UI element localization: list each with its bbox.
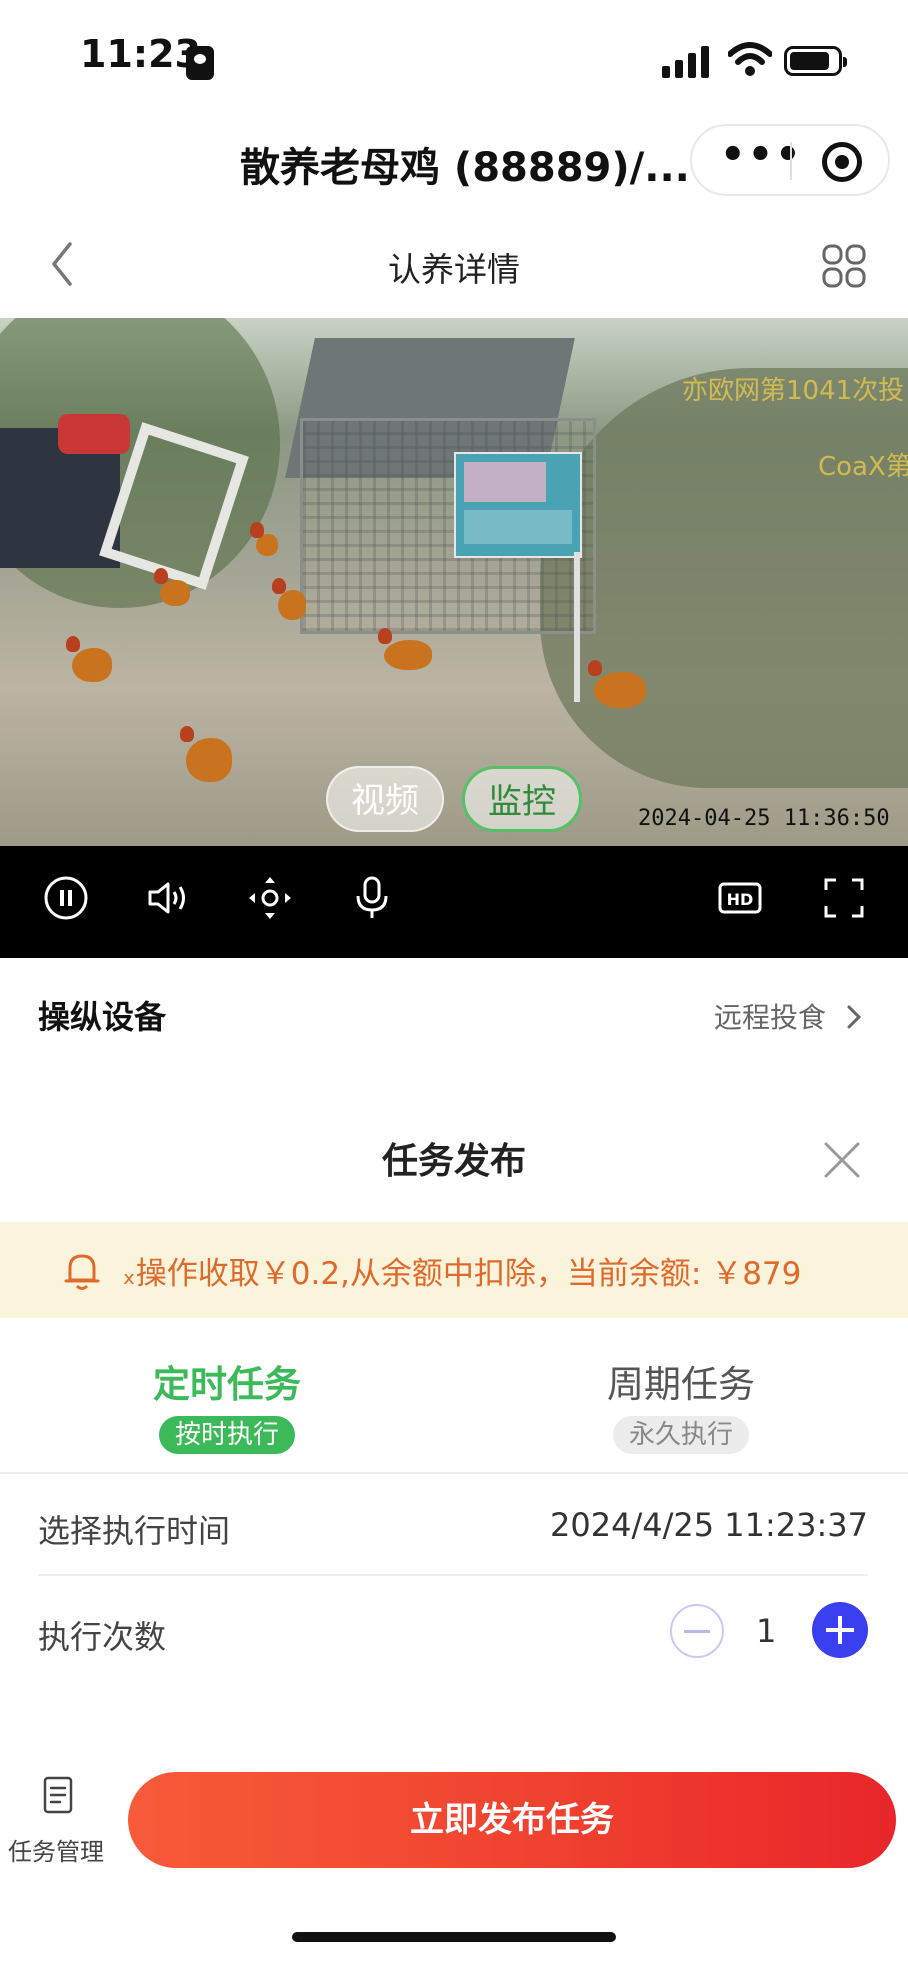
- hd-label: HD: [727, 890, 754, 909]
- pause-icon[interactable]: [42, 874, 90, 922]
- volume-icon[interactable]: [144, 874, 192, 922]
- divider: [0, 1472, 908, 1474]
- capsule-menu: •••: [690, 124, 890, 196]
- exec-count-value: 1: [756, 1612, 777, 1650]
- exec-time-picker[interactable]: 2024/4/25 11:23:37: [550, 1506, 868, 1544]
- tab-label: 定时任务: [153, 1363, 301, 1406]
- id-card-icon: [186, 46, 214, 80]
- capsule-divider: [790, 142, 792, 180]
- chicken: [250, 522, 278, 556]
- tab-video[interactable]: 视频: [326, 766, 444, 832]
- chicken: [272, 578, 306, 620]
- fee-notice-text: ₓ操作收取￥0.2,从余额中扣除，当前余额: ￥879: [122, 1256, 802, 1292]
- fee-notice-bar: ₓ操作收取￥0.2,从余额中扣除，当前余额: ￥879: [0, 1222, 908, 1318]
- document-icon[interactable]: [42, 1776, 74, 1814]
- ptz-control-icon[interactable]: [246, 874, 294, 922]
- cellular-signal-icon: [662, 46, 709, 78]
- battery-icon: [784, 46, 847, 76]
- tab-badge: 永久执行: [612, 1416, 749, 1454]
- tab-monitor[interactable]: 监控: [462, 766, 582, 832]
- status-time: 11:23: [80, 32, 201, 76]
- chicken: [66, 636, 112, 682]
- exec-time-label: 选择执行时间: [38, 1512, 231, 1550]
- decrement-button[interactable]: [670, 1604, 724, 1658]
- page-title: 认养详情: [388, 250, 520, 289]
- divider: [38, 1574, 868, 1576]
- wifi-icon: [728, 42, 772, 76]
- video-overlay-text: 亦欧网第1041次投: [682, 376, 905, 406]
- video-scene-sign: [454, 452, 582, 558]
- video-scene-sign-pole: [574, 552, 580, 702]
- video-control-bar: HD: [0, 846, 908, 958]
- microphone-icon[interactable]: [348, 874, 396, 922]
- home-indicator: [292, 1932, 616, 1942]
- close-icon[interactable]: [822, 1140, 862, 1180]
- miniprogram-title: 散养老母鸡 (88889)/...: [240, 145, 690, 191]
- tab-periodic-task[interactable]: 周期任务 永久执行: [454, 1354, 908, 1454]
- grid-icon[interactable]: [822, 244, 866, 288]
- hd-icon[interactable]: HD: [716, 874, 764, 922]
- video-feed[interactable]: 亦欧网第1041次投 CoaX第 2024-04-25 11:36:50 视频 …: [0, 318, 908, 846]
- remote-feed-link[interactable]: 远程投食: [714, 996, 826, 1036]
- chicken: [154, 568, 190, 606]
- task-sheet-title: 任务发布: [381, 1141, 526, 1182]
- task-management-link[interactable]: 任务管理: [8, 1832, 104, 1867]
- video-overlay-text: CoaX第: [818, 452, 908, 482]
- tab-badge: 按时执行: [158, 1416, 295, 1454]
- chicken: [180, 726, 232, 782]
- tab-scheduled-task[interactable]: 定时任务 按时执行: [0, 1354, 454, 1454]
- chicken: [588, 660, 646, 708]
- device-section-title: 操纵设备: [38, 998, 167, 1036]
- target-icon[interactable]: [822, 142, 862, 182]
- bell-icon: [64, 1254, 100, 1290]
- publish-task-button[interactable]: 立即发布任务: [128, 1772, 896, 1868]
- tab-label: 周期任务: [607, 1363, 755, 1406]
- fullscreen-icon[interactable]: [820, 874, 868, 922]
- chevron-right-icon[interactable]: [846, 1004, 862, 1030]
- chicken: [378, 628, 432, 670]
- video-scene-red-cloth: [58, 414, 130, 454]
- exec-count-label: 执行次数: [38, 1618, 167, 1656]
- video-timestamp: 2024-04-25 11:36:50: [638, 806, 890, 831]
- increment-button[interactable]: [812, 1602, 868, 1658]
